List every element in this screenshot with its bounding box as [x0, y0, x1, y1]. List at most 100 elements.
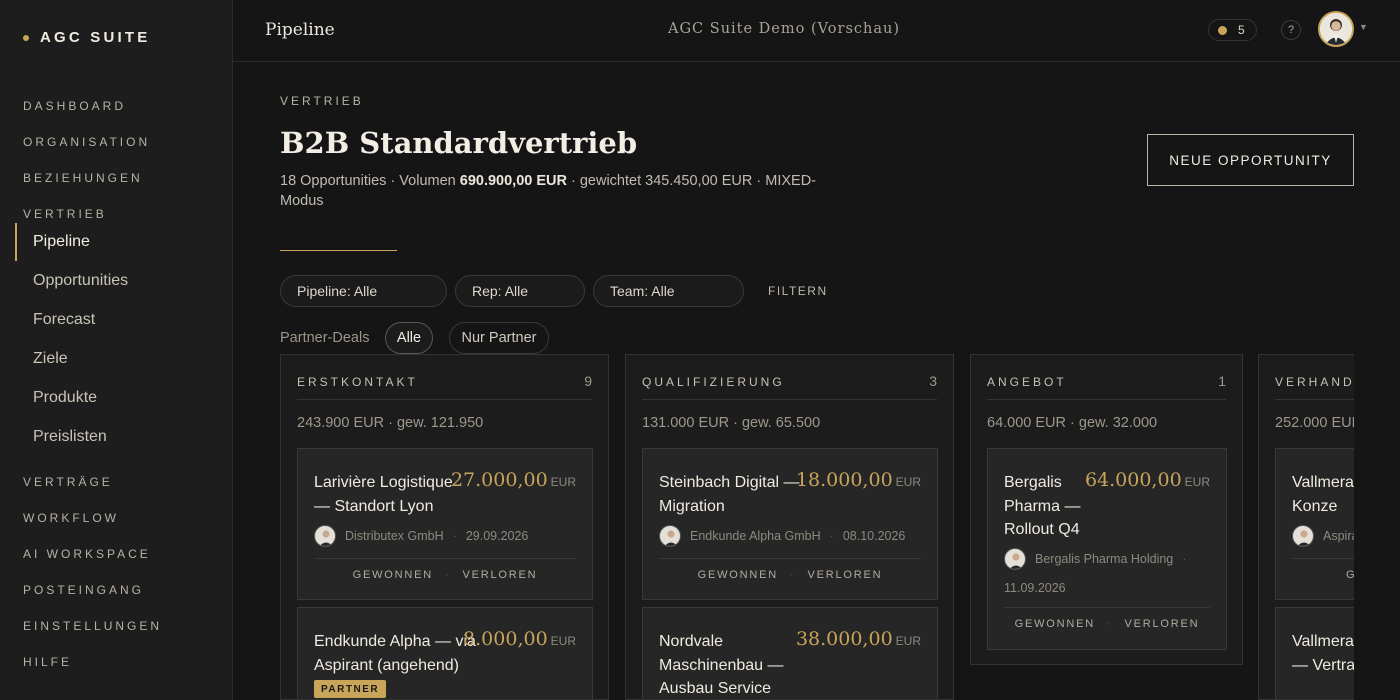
nav-workflow[interactable]: WORKFLOW	[23, 511, 119, 525]
mark-lost-button[interactable]: VERLOREN	[462, 569, 537, 581]
owner-avatar-icon	[314, 525, 336, 547]
summary-volume: 690.900,00 EUR	[459, 173, 567, 189]
nav-dashboard[interactable]: DASHBOARD	[23, 99, 126, 113]
amount-currency: EUR	[895, 634, 921, 648]
nav-item-forecast[interactable]: Forecast	[33, 311, 95, 329]
nav-beziehungen[interactable]: BEZIEHUNGEN	[23, 171, 143, 185]
mark-won-button[interactable]: GEWONNEN	[698, 569, 778, 581]
opportunity-card[interactable]: Vallmera — Konze Aspira G	[1275, 448, 1354, 600]
mark-won-button[interactable]: GEWONNEN	[353, 569, 433, 581]
column-title: ERSTKONTAKT	[297, 375, 418, 389]
help-button[interactable]: ?	[1281, 20, 1301, 40]
section-eyebrow: VERTRIEB	[280, 94, 364, 108]
nav-item-produkte[interactable]: Produkte	[33, 389, 97, 407]
column-count: 9	[584, 373, 592, 389]
opportunity-card[interactable]: Larivière Logistique — Standort Lyon 27.…	[297, 448, 593, 600]
topbar: Pipeline AGC Suite Demo (Vorschau) 5 ? ▼	[233, 0, 1400, 62]
topbar-title: Pipeline	[265, 20, 335, 40]
filter-button[interactable]: FILTERN	[768, 284, 828, 298]
mark-won-button[interactable]: GEWONNEN	[1015, 618, 1095, 630]
nav-item-preislisten[interactable]: Preislisten	[33, 428, 107, 446]
rep-filter[interactable]: Rep: Alle	[455, 275, 585, 307]
nav-item-opportunities[interactable]: Opportunities	[33, 272, 128, 290]
mark-won-button[interactable]: G	[1346, 569, 1354, 581]
opportunity-card[interactable]: Endkunde Alpha — via Aspirant (angehend)…	[297, 607, 593, 699]
team-filter[interactable]: Team: Alle	[593, 275, 744, 307]
nav-item-pipeline[interactable]: Pipeline	[33, 233, 90, 251]
nav-vertraege[interactable]: VERTRÄGE	[23, 475, 113, 489]
card-actions: GEWONNEN · VERLOREN	[697, 569, 883, 581]
card-date: 11.09.2026	[1004, 581, 1066, 595]
pipeline-column-verhandlung: VERHANDLUNG 252.000 EUR Vallmera — Konze…	[1258, 354, 1354, 700]
nav-vertrieb[interactable]: VERTRIEB	[23, 207, 107, 221]
nav-organisation[interactable]: ORGANISATION	[23, 135, 150, 149]
pipeline-column-qualifizierung: QUALIFIZIERUNG 3 131.000 EUR · gew. 65.5…	[625, 354, 954, 700]
notification-dot-icon	[1218, 25, 1227, 35]
opportunity-card[interactable]: Bergalis Pharma — Rollout Q4 64.000,00 EU…	[987, 448, 1227, 650]
title-underline	[280, 250, 397, 251]
user-avatar[interactable]	[1318, 11, 1354, 47]
nav-ai-workspace[interactable]: AI WORKSPACE	[23, 547, 151, 561]
column-header: ANGEBOT 1	[987, 373, 1226, 400]
card-date: 29.09.2026	[465, 529, 529, 543]
mark-lost-button[interactable]: VERLOREN	[807, 569, 882, 581]
card-meta: Endkunde Alpha GmbH · 08.10.2026	[659, 525, 905, 547]
opportunity-card[interactable]: Nordvale Maschinenbau — Ausbau Service 3…	[642, 607, 938, 699]
column-header: QUALIFIZIERUNG 3	[642, 373, 937, 400]
card-company: Endkunde Alpha GmbH	[690, 529, 821, 543]
amount-currency: EUR	[550, 634, 576, 648]
card-meta: Aspira	[1292, 525, 1354, 547]
nav-einstellungen[interactable]: EINSTELLUNGEN	[23, 619, 162, 633]
nav-item-ziele[interactable]: Ziele	[33, 350, 68, 368]
card-title: Endkunde Alpha — via Aspirant (angehend)	[314, 633, 476, 674]
column-header: VERHANDLUNG	[1275, 375, 1354, 400]
brand-name: AGC SUITE	[40, 29, 151, 46]
notification-count: 5	[1238, 23, 1245, 37]
card-divider	[1292, 558, 1354, 559]
card-company: Aspira	[1323, 529, 1354, 543]
user-avatar-icon	[1320, 13, 1352, 45]
sidebar: AGC SUITE DASHBOARD ORGANISATION BEZIEHU…	[0, 0, 233, 700]
column-sum: 64.000 EUR · gew. 32.000	[987, 415, 1158, 431]
card-title: Bergalis Pharma — Rollout Q4	[1004, 474, 1081, 538]
amount-value: 8.000,00	[463, 628, 548, 650]
nav-hilfe[interactable]: HILFE	[23, 655, 72, 669]
column-sum: 131.000 EUR · gew. 65.500	[642, 415, 821, 431]
owner-avatar-icon	[1004, 548, 1026, 570]
card-amount: 8.000,00 EUR	[463, 628, 576, 650]
amount-value: 64.000,00	[1084, 469, 1182, 491]
notifications-pill[interactable]: 5	[1208, 19, 1257, 41]
pipeline-filter[interactable]: Pipeline: Alle	[280, 275, 447, 307]
card-title: Nordvale Maschinenbau — Ausbau Service	[659, 633, 784, 697]
opportunity-card[interactable]: Steinbach Digital — Migration 18.000,00 E…	[642, 448, 938, 600]
amount-value: 38.000,00	[795, 628, 893, 650]
amount-currency: EUR	[1184, 475, 1210, 489]
partner-deals-label: Partner-Deals	[280, 330, 370, 346]
mark-lost-button[interactable]: VERLOREN	[1124, 618, 1199, 630]
summary-prefix: 18 Opportunities · Volumen	[280, 173, 460, 189]
column-header: ERSTKONTAKT 9	[297, 373, 592, 400]
card-company: Bergalis Pharma Holding	[1035, 552, 1174, 566]
column-count: 3	[929, 373, 937, 389]
owner-avatar-icon	[659, 525, 681, 547]
chevron-down-icon[interactable]: ▼	[1359, 22, 1368, 32]
active-indicator	[15, 223, 17, 261]
partner-toggle-all[interactable]: Alle	[385, 322, 433, 354]
card-actions: GEWONNEN · VERLOREN	[1014, 618, 1200, 630]
amount-value: 18.000,00	[795, 469, 893, 491]
partner-toggle-only-partner[interactable]: Nur Partner	[449, 322, 549, 354]
card-amount: 27.000,00 EUR	[451, 469, 576, 491]
card-meta: Bergalis Pharma Holding ·	[1004, 548, 1195, 570]
card-amount: 18.000,00 EUR	[796, 469, 921, 491]
nav-posteingang[interactable]: POSTEINGANG	[23, 583, 144, 597]
opportunity-card[interactable]: Vallmera S.L. — Vertragsv	[1275, 607, 1354, 699]
new-opportunity-button[interactable]: NEUE OPPORTUNITY	[1147, 134, 1354, 186]
partner-badge: PARTNER	[314, 680, 387, 698]
topbar-demo-label: AGC Suite Demo (Vorschau)	[668, 21, 900, 37]
brand-logo[interactable]: AGC SUITE	[23, 29, 150, 46]
page-title: B2B Standardvertrieb	[280, 126, 638, 160]
card-amount: 64.000,00 EUR	[1085, 469, 1210, 491]
column-title: VERHANDLUNG	[1275, 375, 1354, 389]
pipeline-column-erstkontakt: ERSTKONTAKT 9 243.900 EUR · gew. 121.950…	[280, 354, 609, 700]
card-title: Vallmera S.L. — Vertragsv	[1292, 633, 1354, 674]
